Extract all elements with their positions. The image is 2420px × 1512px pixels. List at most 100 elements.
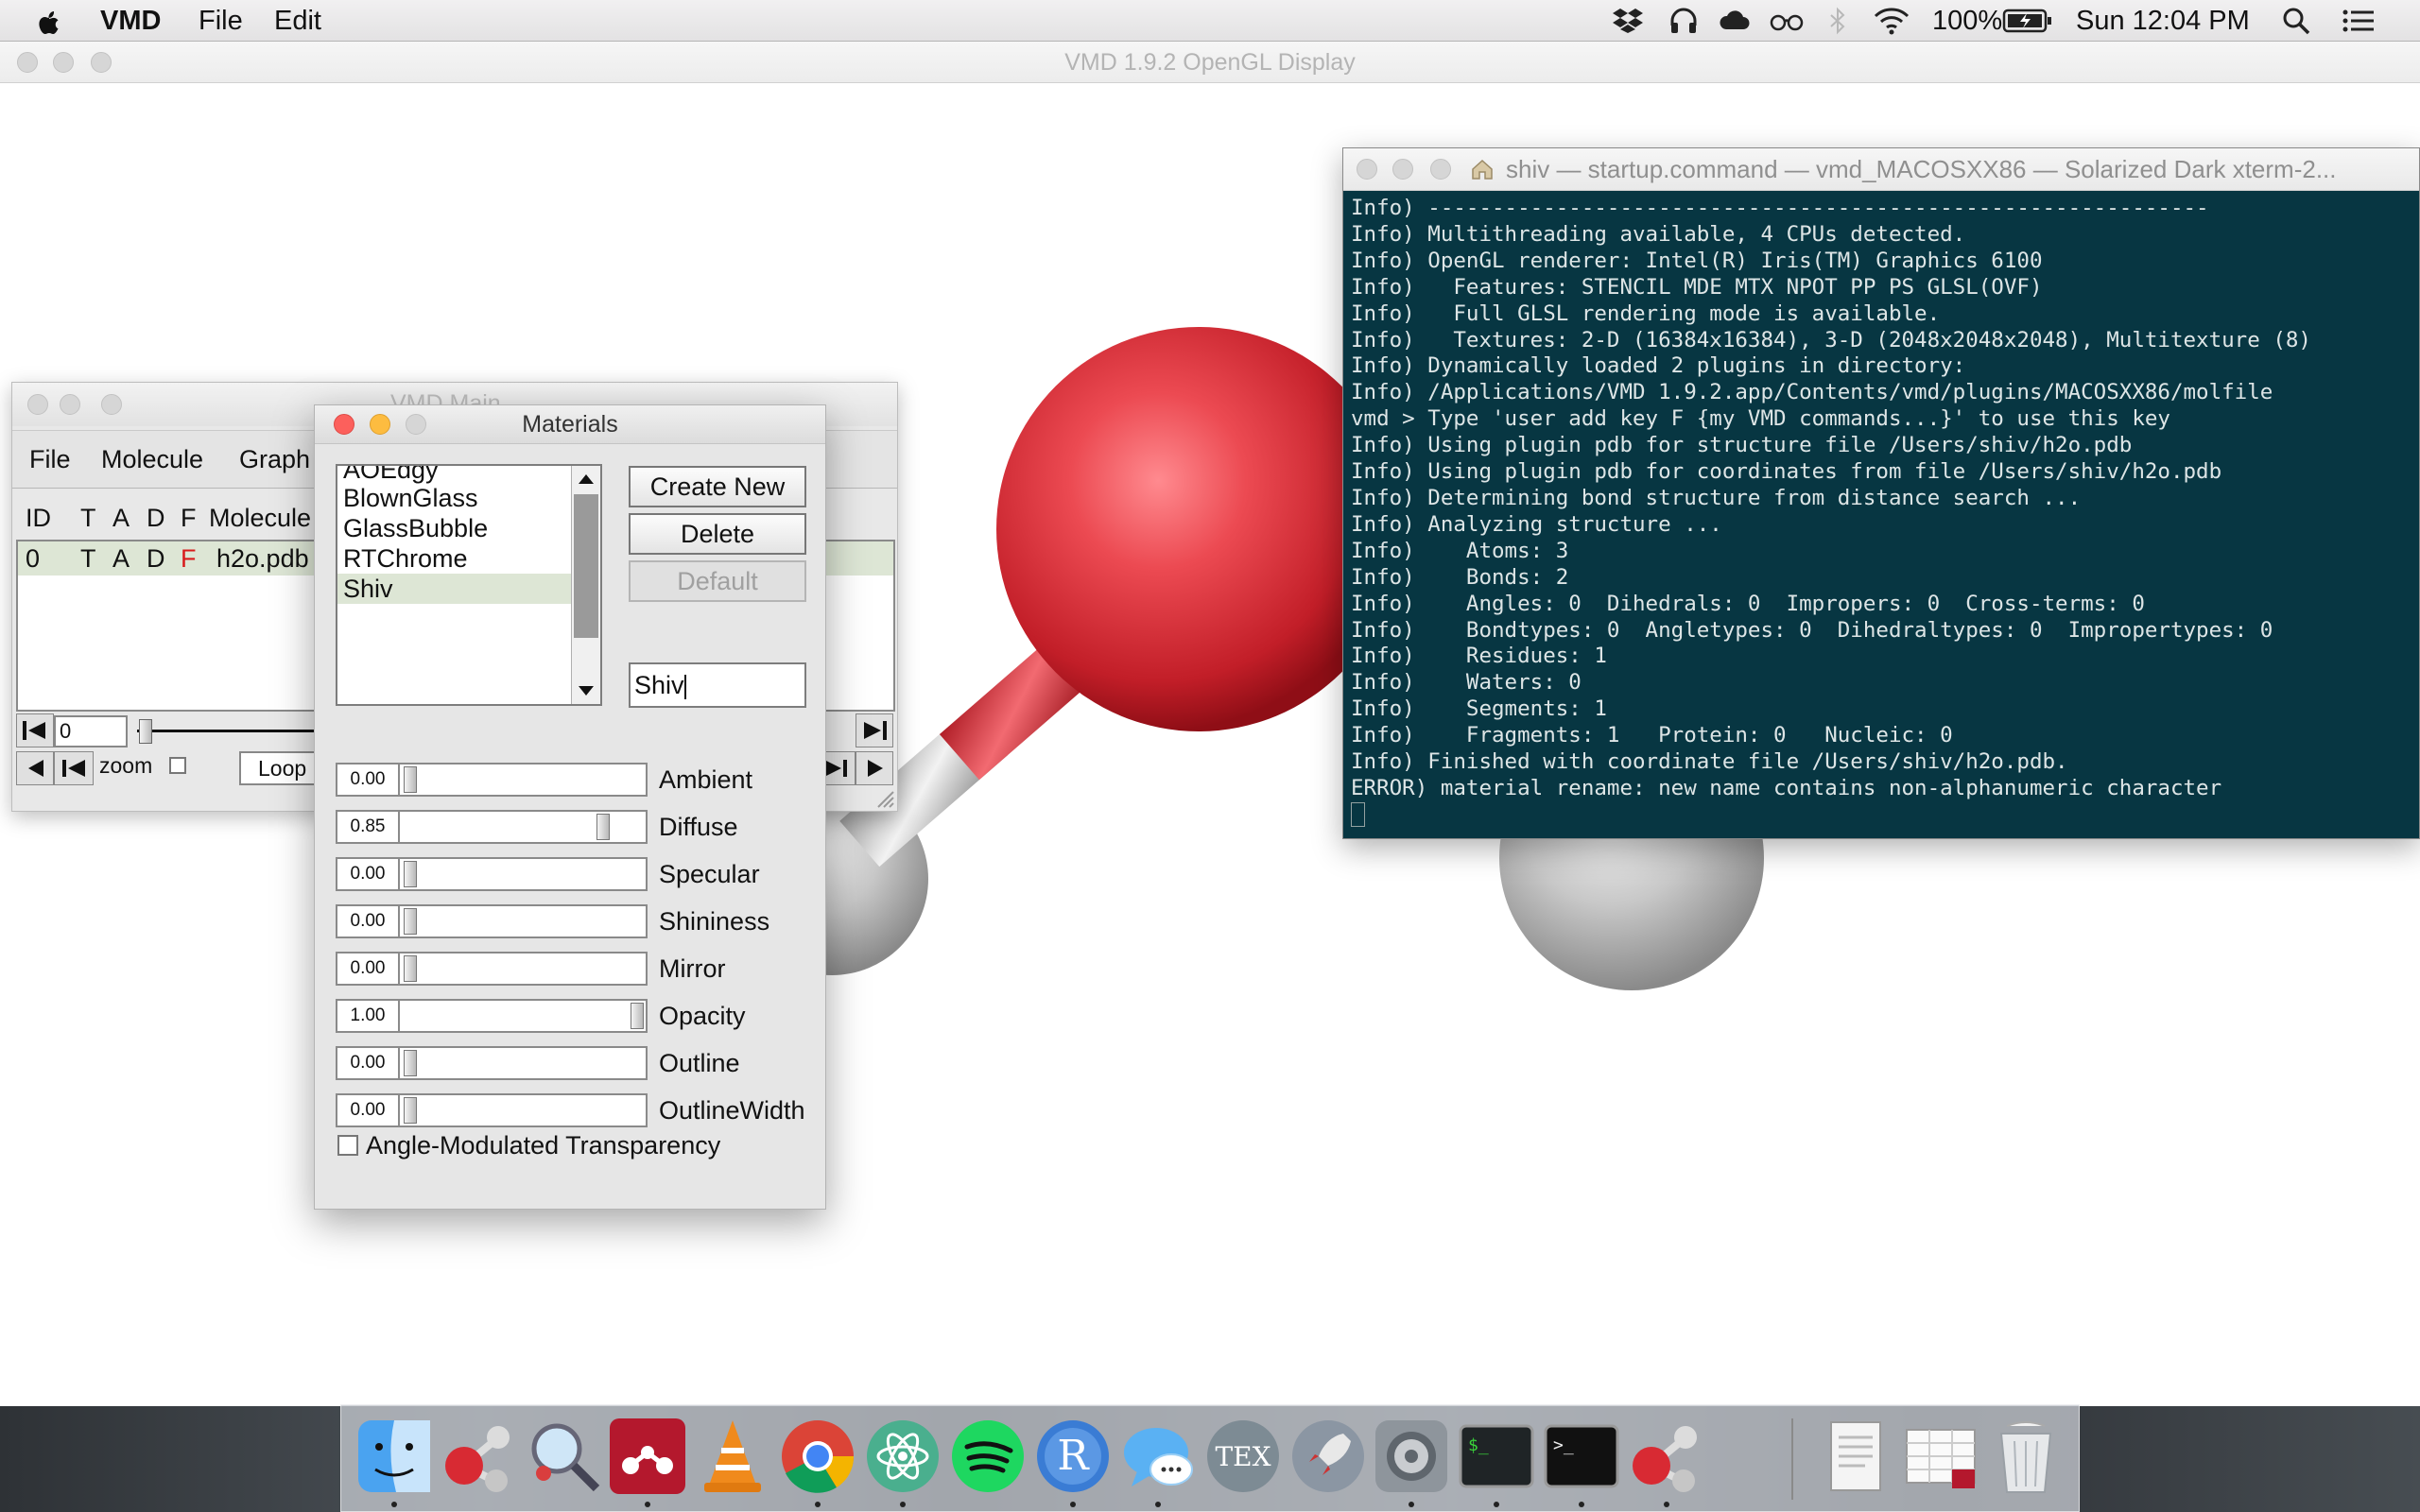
zoom-checkbox[interactable] <box>169 757 186 774</box>
outline-slider-thumb[interactable] <box>404 1050 417 1076</box>
specular-slider[interactable] <box>400 857 648 891</box>
opacity-slider[interactable] <box>400 999 648 1033</box>
vmd-menu-graphics[interactable]: Graph <box>239 431 310 488</box>
bluetooth-icon[interactable] <box>1828 7 1847 35</box>
outline-slider[interactable] <box>400 1046 648 1080</box>
shininess-slider-thumb[interactable] <box>404 908 417 935</box>
battery-percentage[interactable]: 100% <box>1932 0 2002 42</box>
apple-icon[interactable] <box>36 7 62 35</box>
mirror-slider[interactable] <box>400 952 648 986</box>
list-item[interactable]: AOEdgy <box>337 466 574 485</box>
spotify-icon[interactable] <box>948 1417 1028 1496</box>
window-close-button[interactable] <box>17 52 38 73</box>
diffuse-slider-thumb[interactable] <box>596 814 610 840</box>
molecule-drawn-toggle[interactable]: D <box>147 541 165 576</box>
system-preferences-icon[interactable] <box>1372 1417 1451 1496</box>
delete-button[interactable]: Delete <box>629 513 806 555</box>
loop-select[interactable]: Loop <box>239 751 324 785</box>
frame-field[interactable]: 0 <box>54 715 128 747</box>
ambient-slider-thumb[interactable] <box>404 766 417 793</box>
scroll-thumb[interactable] <box>574 494 598 638</box>
downloads-stack-icon[interactable] <box>1901 1417 1980 1496</box>
terminal-green-icon[interactable]: $_ <box>1457 1417 1536 1496</box>
mirror-slider-thumb[interactable] <box>404 955 417 982</box>
terminal-output[interactable]: Info) ----------------------------------… <box>1351 196 2419 838</box>
list-item-selected[interactable]: Shiv <box>337 574 574 604</box>
outlinewidth-slider[interactable] <box>400 1093 648 1127</box>
menu-edit[interactable]: Edit <box>274 0 321 42</box>
column-header-t[interactable]: T <box>80 504 96 533</box>
atom-editor-icon[interactable] <box>863 1417 942 1496</box>
molecule-active-toggle[interactable]: A <box>112 541 130 576</box>
step-back-button[interactable] <box>16 751 54 785</box>
opacity-value-field[interactable]: 1.00 <box>336 999 400 1033</box>
window-close-button[interactable] <box>1357 159 1377 180</box>
molecule-name[interactable]: h2o.pdb <box>216 541 309 576</box>
specular-slider-thumb[interactable] <box>404 861 417 887</box>
list-item[interactable]: RTChrome <box>337 543 574 574</box>
diffuse-value-field[interactable]: 0.85 <box>336 810 400 844</box>
window-minimize-button[interactable] <box>60 394 80 415</box>
column-header-id[interactable]: ID <box>26 504 51 533</box>
launchpad-icon[interactable] <box>1288 1417 1368 1496</box>
goto-end-button[interactable] <box>856 713 893 747</box>
material-list[interactable]: AOEdgy BlownGlass GlassBubble RTChrome S… <box>336 464 602 706</box>
opacity-slider-thumb[interactable] <box>631 1003 644 1029</box>
vmd-running-icon[interactable] <box>1627 1417 1706 1496</box>
window-zoom-button[interactable] <box>1430 159 1451 180</box>
r-icon[interactable]: R <box>1033 1417 1113 1496</box>
step-reverse-button[interactable] <box>54 751 94 785</box>
outlinewidth-slider-thumb[interactable] <box>404 1097 417 1124</box>
window-zoom-button[interactable] <box>101 394 122 415</box>
play-forward-button[interactable] <box>856 751 893 785</box>
window-zoom-button[interactable] <box>406 414 426 435</box>
vmd-icon[interactable] <box>440 1417 519 1496</box>
scroll-up-icon[interactable] <box>575 470 597 489</box>
resize-grip-icon[interactable] <box>873 786 895 809</box>
frame-slider[interactable] <box>131 715 320 747</box>
tex-icon[interactable]: TEX <box>1203 1417 1283 1496</box>
spotlight-icon[interactable] <box>2282 7 2310 35</box>
notification-center-icon[interactable] <box>2342 7 2375 35</box>
column-header-f[interactable]: F <box>181 504 197 533</box>
default-button[interactable]: Default <box>629 560 806 602</box>
vlc-icon[interactable] <box>693 1417 772 1496</box>
shininess-value-field[interactable]: 0.00 <box>336 904 400 938</box>
frame-slider-thumb[interactable] <box>139 719 152 744</box>
chrome-icon[interactable] <box>778 1417 857 1496</box>
ambient-slider[interactable] <box>400 763 648 797</box>
shininess-slider[interactable] <box>400 904 648 938</box>
material-list-scrollbar[interactable] <box>571 466 600 704</box>
headphones-icon[interactable] <box>1669 7 1698 35</box>
preview-icon[interactable] <box>525 1417 604 1496</box>
trash-icon[interactable] <box>1986 1417 2066 1496</box>
column-header-molecule[interactable]: Molecule <box>209 504 311 533</box>
vmd-menu-molecule[interactable]: Molecule <box>101 431 203 488</box>
list-item[interactable]: GlassBubble <box>337 513 574 543</box>
outlinewidth-value-field[interactable]: 0.00 <box>336 1093 400 1127</box>
outline-value-field[interactable]: 0.00 <box>336 1046 400 1080</box>
mendeley-icon[interactable] <box>608 1417 687 1496</box>
terminal-icon[interactable]: >_ <box>1542 1417 1621 1496</box>
window-zoom-button[interactable] <box>91 52 112 73</box>
specular-value-field[interactable]: 0.00 <box>336 857 400 891</box>
documents-stack-icon[interactable] <box>1816 1417 1895 1496</box>
goto-start-button[interactable] <box>16 713 54 747</box>
column-header-d[interactable]: D <box>147 504 165 533</box>
mirror-value-field[interactable]: 0.00 <box>336 952 400 986</box>
window-minimize-button[interactable] <box>53 52 74 73</box>
finder-icon[interactable] <box>354 1417 434 1496</box>
scroll-down-icon[interactable] <box>575 681 597 700</box>
window-minimize-button[interactable] <box>1392 159 1413 180</box>
window-minimize-button[interactable] <box>370 414 390 435</box>
vmd-menu-file[interactable]: File <box>29 431 71 488</box>
diffuse-slider[interactable] <box>400 810 648 844</box>
clock[interactable]: Sun 12:04 PM <box>2076 0 2250 42</box>
ambient-value-field[interactable]: 0.00 <box>336 763 400 797</box>
messages-icon[interactable] <box>1118 1417 1198 1496</box>
create-new-button[interactable]: Create New <box>629 466 806 507</box>
dropbox-icon[interactable] <box>1613 7 1643 35</box>
window-close-button[interactable] <box>334 414 354 435</box>
angle-modulated-transparency-checkbox[interactable] <box>337 1135 358 1156</box>
glasses-icon[interactable] <box>1770 7 1804 35</box>
